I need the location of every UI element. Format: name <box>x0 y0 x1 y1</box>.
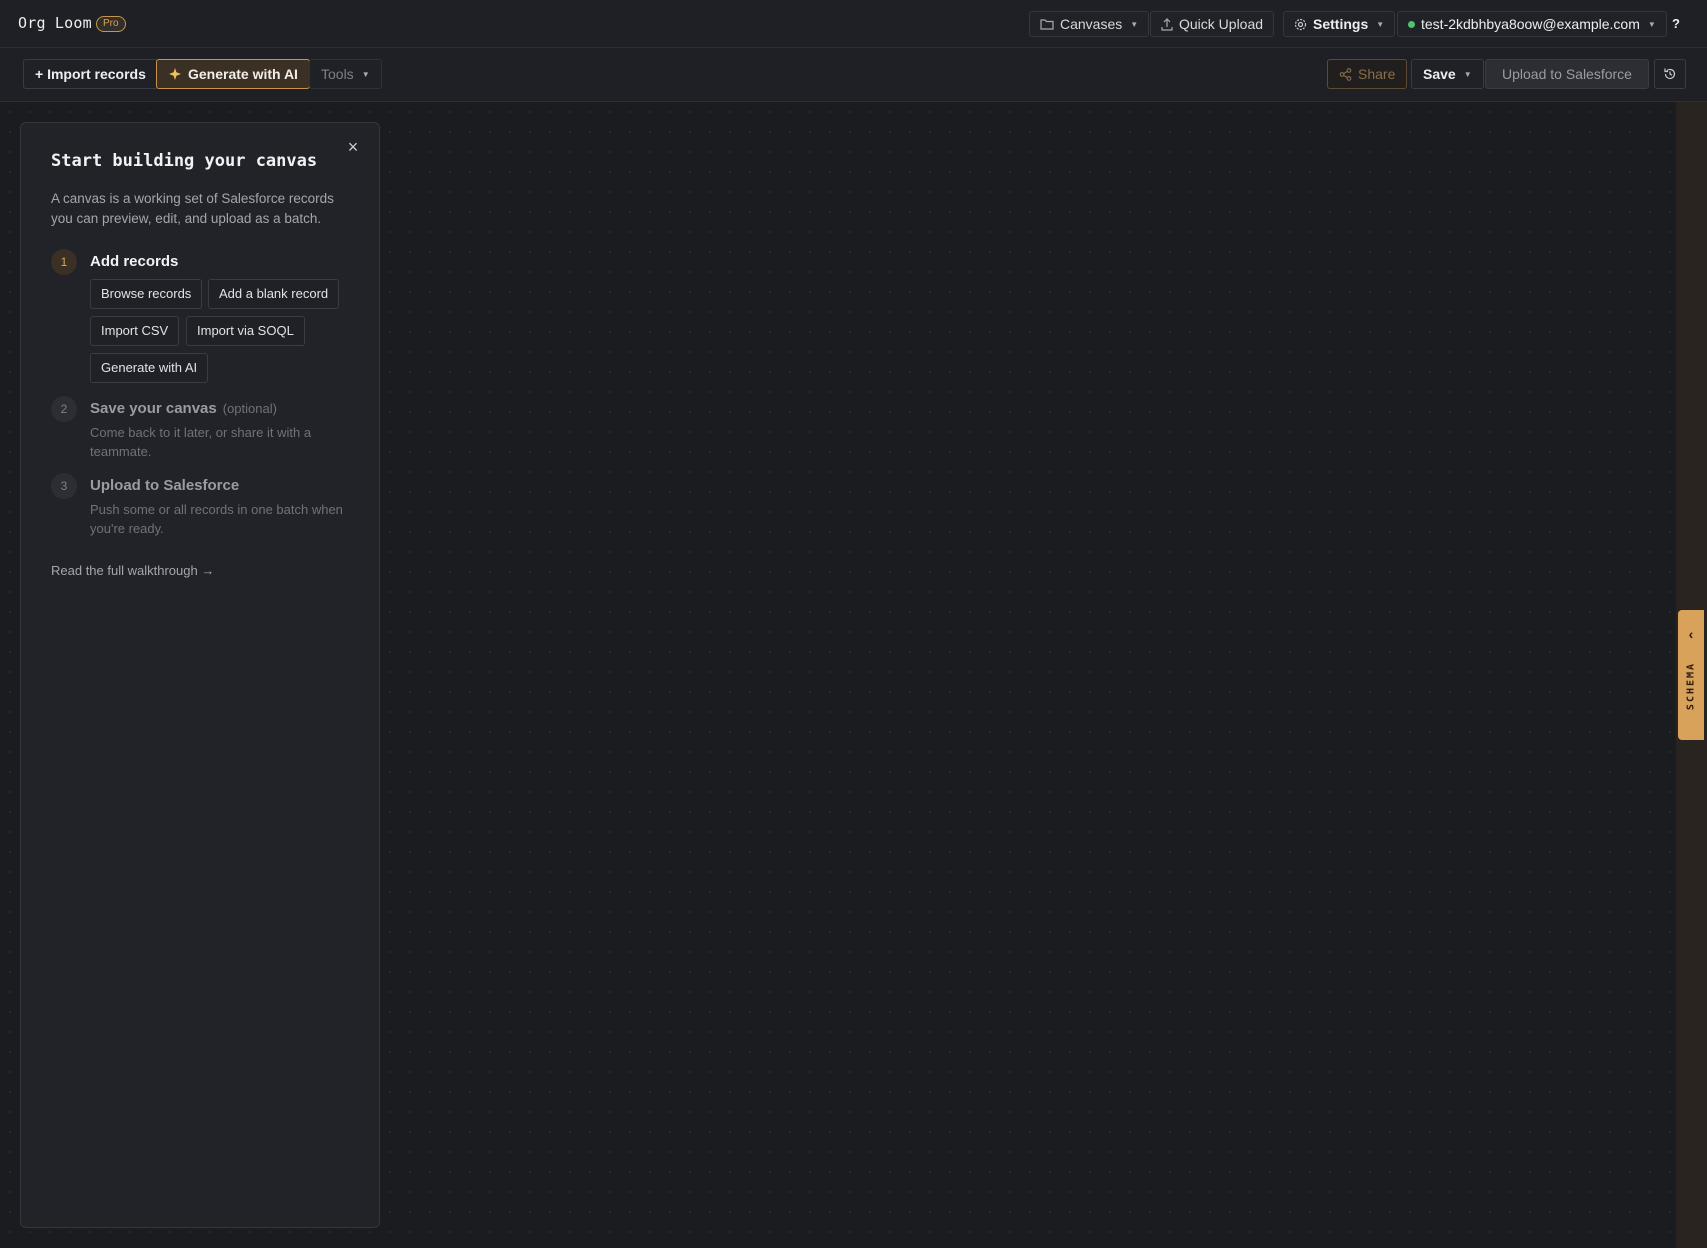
add-blank-record-button[interactable]: Add a blank record <box>208 279 340 309</box>
caret-down-icon: ▼ <box>361 69 370 79</box>
quick-upload-button[interactable]: Quick Upload <box>1150 11 1275 37</box>
schema-panel-toggle[interactable]: ‹ SCHEMA <box>1678 610 1704 740</box>
help-button[interactable]: ? <box>1665 13 1687 35</box>
account-menu-button[interactable]: test-2kdbhbya8oow@example.com ▼ <box>1397 11 1667 37</box>
share-icon <box>1339 67 1352 81</box>
canvas-toolbar: + Import records Generate with AI Tools … <box>0 48 1707 102</box>
import-records-button[interactable]: + Import records <box>23 59 158 89</box>
onboarding-panel: × Start building your canvas A canvas is… <box>20 122 380 1228</box>
generate-with-ai-label: Generate with AI <box>188 66 298 82</box>
step-number-2: 2 <box>51 396 77 422</box>
close-icon[interactable]: × <box>343 137 363 157</box>
step-number-3: 3 <box>51 473 77 499</box>
import-soql-button[interactable]: Import via SOQL <box>186 316 305 346</box>
canvases-menu-button[interactable]: Canvases ▼ <box>1029 11 1150 37</box>
upload-to-salesforce-button[interactable]: Upload to Salesforce <box>1485 59 1649 89</box>
step-title-save: Save your canvas (optional) <box>90 400 277 417</box>
sparkle-icon <box>168 67 182 81</box>
settings-menu-button[interactable]: Settings ▼ <box>1283 11 1396 37</box>
canvases-label: Canvases <box>1060 16 1123 32</box>
caret-down-icon: ▼ <box>1463 69 1472 79</box>
browse-records-button[interactable]: Browse records <box>90 279 203 309</box>
import-csv-button[interactable]: Import CSV <box>90 316 180 346</box>
step-number-1: 1 <box>51 249 77 275</box>
panel-description: A canvas is a working set of Salesforce … <box>51 191 334 226</box>
step-title-save-text: Save your canvas <box>90 400 217 417</box>
gear-icon <box>1294 18 1307 31</box>
walkthrough-link[interactable]: Read the full walkthrough → <box>51 563 214 578</box>
save-menu-button[interactable]: Save ▼ <box>1411 59 1484 89</box>
online-status-icon <box>1408 20 1415 28</box>
history-icon <box>1663 67 1677 81</box>
folder-icon <box>1040 18 1054 30</box>
account-email: test-2kdbhbya8oow@example.com <box>1421 16 1640 32</box>
step-description-upload: Push some or all records in one batch wh… <box>90 502 343 536</box>
upload-icon <box>1161 17 1173 31</box>
pro-badge: Pro <box>96 16 126 32</box>
caret-down-icon: ▼ <box>1130 19 1139 29</box>
step-title-upload: Upload to Salesforce <box>90 477 240 494</box>
tools-menu-button[interactable]: Tools ▼ <box>309 59 382 89</box>
save-label: Save <box>1423 66 1456 82</box>
history-button[interactable] <box>1654 59 1686 89</box>
settings-label: Settings <box>1313 16 1369 32</box>
share-label: Share <box>1358 66 1396 82</box>
step-title-add-records: Add records <box>90 253 179 270</box>
schema-tab-label: SCHEMA <box>1685 661 1697 711</box>
caret-down-icon: ▼ <box>1647 19 1656 29</box>
top-bar: Org Loom Pro Canvases ▼ Quick Upload Set… <box>0 0 1707 48</box>
caret-down-icon: ▼ <box>1376 19 1385 29</box>
tools-label: Tools <box>321 66 354 82</box>
generate-with-ai-button[interactable]: Generate with AI <box>156 59 310 89</box>
panel-title: Start building your canvas <box>51 151 318 171</box>
quick-upload-label: Quick Upload <box>1179 16 1264 32</box>
step-description-save: Come back to it later, or share it with … <box>90 425 312 459</box>
chevron-left-icon: ‹ <box>1688 626 1694 642</box>
generate-with-ai-chip[interactable]: Generate with AI <box>90 353 209 383</box>
app-brand[interactable]: Org Loom <box>18 14 92 32</box>
optional-label: (optional) <box>222 401 277 416</box>
share-button[interactable]: Share <box>1327 59 1408 89</box>
